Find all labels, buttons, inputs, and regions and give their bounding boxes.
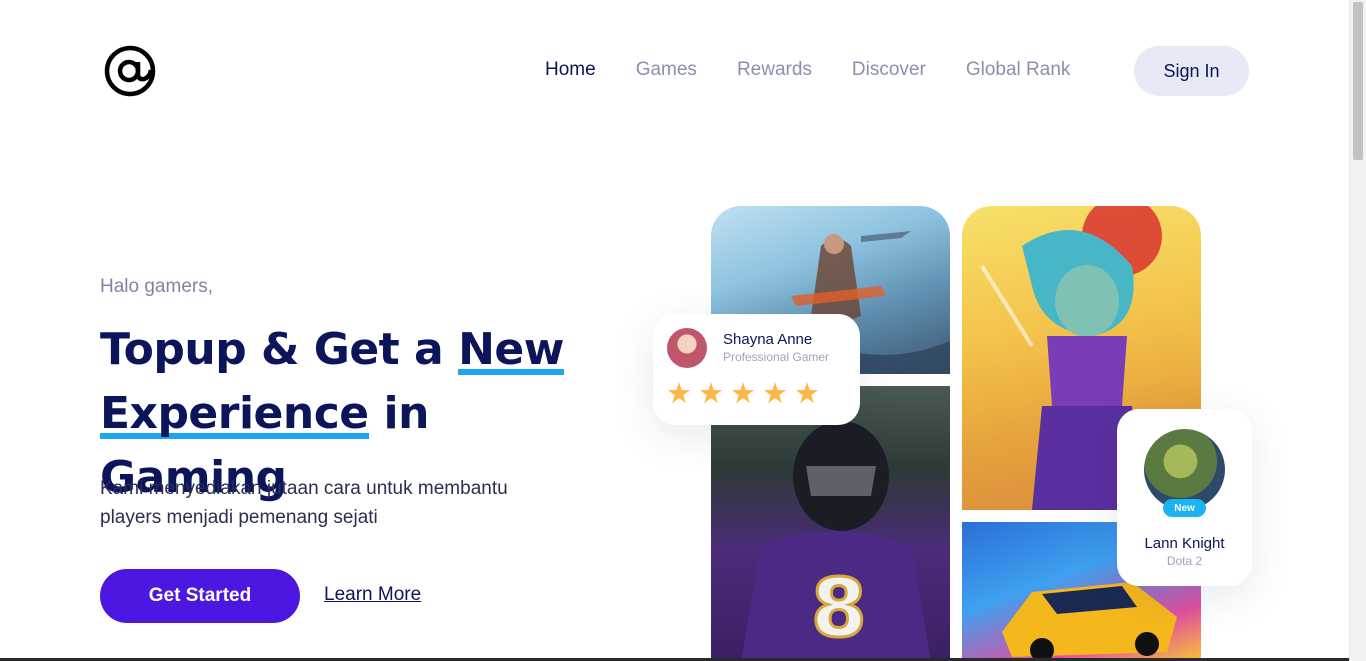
- nav-rewards[interactable]: Rewards: [737, 58, 812, 82]
- svg-text:8: 8: [811, 562, 867, 655]
- nav-discover[interactable]: Discover: [852, 58, 926, 82]
- reviewer-name: Shayna Anne: [723, 331, 813, 348]
- hero-greeting: Halo gamers,: [100, 276, 213, 297]
- star-icon: ★: [794, 378, 820, 410]
- reviewer-card: Shayna Anne Professional Gamer ★ ★ ★ ★ ★: [653, 314, 860, 425]
- game-image-football: 8: [711, 386, 950, 661]
- football-player-icon: 8: [741, 421, 931, 661]
- player-game: Dota 2: [1166, 554, 1203, 568]
- headline-text: Topup & Get a: [100, 324, 444, 375]
- new-badge: New: [1163, 499, 1206, 517]
- star-icon: ★: [666, 378, 692, 410]
- scrollbar-thumb[interactable]: [1353, 2, 1363, 160]
- nav-home[interactable]: Home: [545, 58, 596, 82]
- sign-in-button[interactable]: Sign In: [1134, 46, 1249, 96]
- star-icon: ★: [730, 378, 756, 410]
- site-logo[interactable]: [102, 43, 158, 99]
- headline-highlight-new: New: [458, 324, 564, 375]
- player-card: New Lann Knight Dota 2: [1117, 409, 1252, 586]
- nav-global-rank[interactable]: Global Rank: [966, 58, 1071, 82]
- star-icon: ★: [762, 378, 788, 410]
- get-started-button[interactable]: Get Started: [100, 569, 300, 623]
- hero-description: Kami menyediakan jutaan cara untuk memba…: [100, 478, 508, 528]
- page-scrollbar[interactable]: [1349, 0, 1366, 661]
- star-rating: ★ ★ ★ ★ ★: [665, 376, 821, 412]
- reviewer-role: Professional Gamer: [723, 350, 830, 364]
- at-logo-icon: [104, 45, 156, 97]
- star-icon: ★: [698, 378, 724, 410]
- avatar: [1144, 429, 1225, 510]
- learn-more-link[interactable]: Learn More: [324, 584, 421, 606]
- player-name: Lann Knight: [1144, 535, 1225, 552]
- headline-highlight-experience: Experience: [100, 388, 369, 439]
- main-nav: Home Games Rewards Discover Global Rank: [545, 58, 1070, 82]
- avatar: [667, 328, 707, 368]
- nav-games[interactable]: Games: [636, 58, 697, 82]
